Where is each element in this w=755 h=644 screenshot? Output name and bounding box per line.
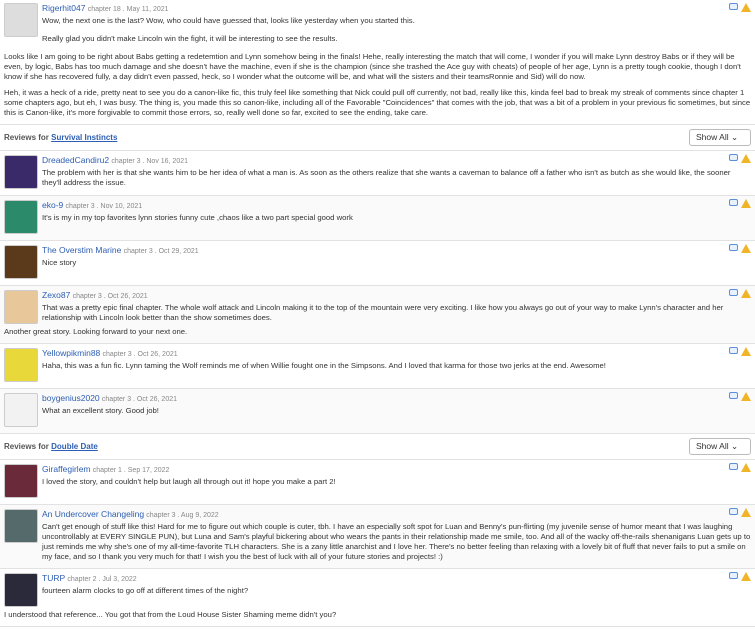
- review-text: I loved the story, and couldn't help but…: [42, 477, 336, 486]
- report-icon[interactable]: [741, 3, 751, 12]
- avatar[interactable]: [4, 509, 38, 543]
- review-author[interactable]: An Undercover Changeling: [42, 509, 144, 519]
- reply-icon[interactable]: [729, 289, 738, 296]
- review-actions: [729, 392, 751, 401]
- avatar[interactable]: [4, 393, 38, 427]
- review-paragraph: Looks like I am going to be right about …: [4, 52, 741, 81]
- review-meta: chapter 2 . Jul 3, 2022: [67, 576, 137, 583]
- review-author[interactable]: The Overstim Marine: [42, 245, 121, 255]
- review-actions: [729, 347, 751, 356]
- reviews-for-label: Reviews for: [4, 442, 49, 451]
- reply-icon[interactable]: [729, 463, 738, 470]
- review: boygenius2020 chapter 3 . Oct 26, 2021 Wh…: [0, 389, 755, 434]
- review-author[interactable]: TURP: [42, 573, 65, 583]
- review-text: Wow, the next one is the last? Wow, who …: [42, 16, 415, 25]
- review-text: That was a pretty epic final chapter. Th…: [42, 303, 724, 322]
- reviews-for-label: Reviews for: [4, 133, 49, 142]
- review-meta: chapter 3 . Oct 26, 2021: [102, 351, 178, 358]
- review-top: Rigerhit047 chapter 18 . May 11, 2021 Wo…: [0, 0, 755, 125]
- avatar[interactable]: [4, 464, 38, 498]
- reply-icon[interactable]: [729, 199, 738, 206]
- review: Giraffegirlem chapter 1 . Sep 17, 2022 I …: [0, 460, 755, 505]
- report-icon[interactable]: [741, 199, 751, 208]
- review-meta: chapter 3 . Nov 10, 2021: [65, 203, 143, 210]
- story-link[interactable]: Double Date: [51, 442, 98, 451]
- review-text-extra: I understood that reference... You got t…: [4, 610, 337, 619]
- avatar[interactable]: [4, 200, 38, 234]
- report-icon[interactable]: [741, 463, 751, 472]
- review-actions: [729, 508, 751, 517]
- review-author[interactable]: DreadedCandiru2: [42, 155, 109, 165]
- review-actions: [729, 154, 751, 163]
- review-text: What an excellent story. Good job!: [42, 406, 159, 415]
- review: Yellowpikmin88 chapter 3 . Oct 26, 2021 H…: [0, 344, 755, 389]
- avatar[interactable]: [4, 573, 38, 607]
- review-text: Really glad you didn't make Lincoln win …: [42, 34, 338, 43]
- review-author[interactable]: Yellowpikmin88: [42, 348, 100, 358]
- review-paragraph: Heh, it was a heck of a ride, pretty nea…: [4, 88, 751, 117]
- report-icon[interactable]: [741, 154, 751, 163]
- review-text: Nice story: [42, 258, 77, 267]
- review-text: It's is my in my top favorites lynn stor…: [42, 213, 353, 222]
- report-icon[interactable]: [741, 289, 751, 298]
- review: DreadedCandiru2 chapter 3 . Nov 16, 2021…: [0, 151, 755, 196]
- review-actions: [729, 289, 751, 298]
- review-actions: [729, 572, 751, 581]
- review-meta: chapter 3 . Nov 16, 2021: [111, 158, 189, 165]
- reply-icon[interactable]: [729, 347, 738, 354]
- review-text: Can't get enough of stuff like this! Har…: [42, 522, 751, 561]
- review-meta: chapter 3 . Oct 26, 2021: [72, 293, 148, 300]
- review: TURP chapter 2 . Jul 3, 2022 fourteen ala…: [0, 569, 755, 627]
- review: An Undercover Changeling chapter 3 . Aug…: [0, 505, 755, 569]
- review-meta: chapter 18 . May 11, 2021: [87, 6, 169, 13]
- review-author[interactable]: Rigerhit047: [42, 3, 85, 13]
- review-actions: [729, 199, 751, 208]
- avatar[interactable]: [4, 245, 38, 279]
- review: The Overstim Marine chapter 3 . Oct 29, …: [0, 241, 755, 286]
- reply-icon[interactable]: [729, 572, 738, 579]
- review-text: Haha, this was a fun fic. Lynn taming th…: [42, 361, 606, 370]
- review: Zexo87 chapter 3 . Oct 26, 2021 That was …: [0, 286, 755, 344]
- report-icon[interactable]: [741, 572, 751, 581]
- review-actions: [729, 244, 751, 253]
- report-icon[interactable]: [741, 508, 751, 517]
- reviews-section-header: Reviews for Double Date Show All ⌄: [0, 434, 755, 460]
- avatar[interactable]: [4, 155, 38, 189]
- reply-icon[interactable]: [729, 508, 738, 515]
- reply-icon[interactable]: [729, 3, 738, 10]
- review-text: The problem with her is that she wants h…: [42, 168, 731, 187]
- show-all-select[interactable]: Show All ⌄: [689, 129, 751, 146]
- review-meta: chapter 3 . Oct 26, 2021: [101, 396, 178, 403]
- review: eko-9 chapter 3 . Nov 10, 2021 It's is my…: [0, 196, 755, 241]
- review-actions: [729, 463, 751, 472]
- avatar[interactable]: [4, 3, 38, 37]
- story-link[interactable]: Survival Instincts: [51, 133, 117, 142]
- review-meta: chapter 3 . Oct 29, 2021: [123, 248, 199, 255]
- review-text: fourteen alarm clocks to go off at diffe…: [42, 586, 249, 595]
- avatar[interactable]: [4, 290, 38, 324]
- review-text-extra: Another great story. Looking forward to …: [4, 327, 188, 336]
- show-all-select[interactable]: Show All ⌄: [689, 438, 751, 455]
- report-icon[interactable]: [741, 392, 751, 401]
- review-author[interactable]: Zexo87: [42, 290, 70, 300]
- reply-icon[interactable]: [729, 392, 738, 399]
- review-author[interactable]: Giraffegirlem: [42, 464, 91, 474]
- report-icon[interactable]: [741, 347, 751, 356]
- avatar[interactable]: [4, 348, 38, 382]
- reviews-section-header: Reviews for Survival Instincts Show All …: [0, 125, 755, 151]
- review-meta: chapter 3 . Aug 9, 2022: [146, 512, 219, 519]
- review-author[interactable]: eko-9: [42, 200, 63, 210]
- reply-icon[interactable]: [729, 244, 738, 251]
- review-actions: [729, 3, 751, 12]
- review-meta: chapter 1 . Sep 17, 2022: [92, 467, 170, 474]
- report-icon[interactable]: [741, 244, 751, 253]
- reply-icon[interactable]: [729, 154, 738, 161]
- review-author[interactable]: boygenius2020: [42, 393, 100, 403]
